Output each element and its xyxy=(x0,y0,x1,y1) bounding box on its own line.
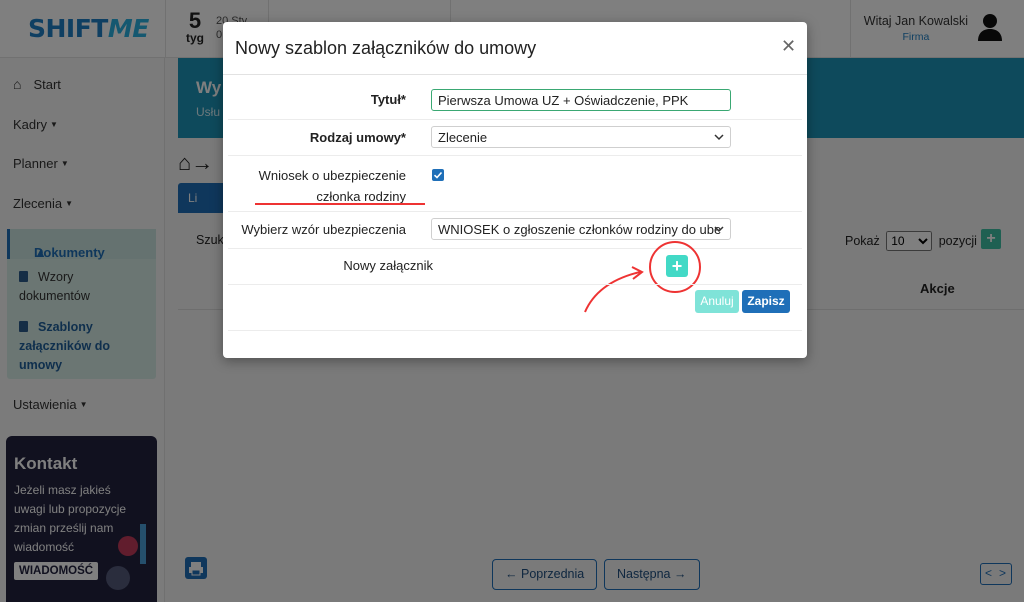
checkmark-icon xyxy=(433,171,443,179)
modal-title: Nowy szablon załączników do umowy xyxy=(235,38,537,58)
chevron-down-icon xyxy=(714,226,724,233)
row-divider xyxy=(228,330,802,331)
insurance-request-label: Wniosek o ubezpieczenie członka rodziny xyxy=(258,168,406,204)
save-button[interactable]: Zapisz xyxy=(742,290,790,313)
insurance-template-select[interactable]: WNIOSEK o zgłoszenie członków rodziny do… xyxy=(431,218,731,240)
title-label: Tytuł* xyxy=(370,92,406,107)
modal-header-divider xyxy=(223,74,807,75)
row-divider xyxy=(228,248,802,249)
chevron-down-icon xyxy=(714,134,724,141)
close-icon[interactable]: ✕ xyxy=(781,36,796,57)
contract-type-select[interactable]: Zlecenie xyxy=(431,126,731,148)
row-divider xyxy=(228,211,802,212)
insurance-request-checkbox[interactable] xyxy=(432,169,444,181)
annotation-arrow-icon xyxy=(584,266,644,313)
row-divider xyxy=(228,119,802,120)
row-divider xyxy=(228,155,802,156)
contract-type-label: Rodzaj umowy* xyxy=(309,130,406,145)
cancel-button[interactable]: Anuluj xyxy=(695,290,739,313)
new-attachment-label: Nowy załącznik xyxy=(343,258,433,273)
row-divider xyxy=(228,284,802,285)
new-attachment-template-modal: Nowy szablon załączników do umowy ✕ Tytu… xyxy=(223,22,807,358)
annotation-underline xyxy=(255,203,425,205)
insurance-template-label: Wybierz wzór ubezpieczenia xyxy=(241,222,406,237)
title-input[interactable]: Pierwsza Umowa UZ + Oświadczenie, PPK xyxy=(431,89,731,111)
